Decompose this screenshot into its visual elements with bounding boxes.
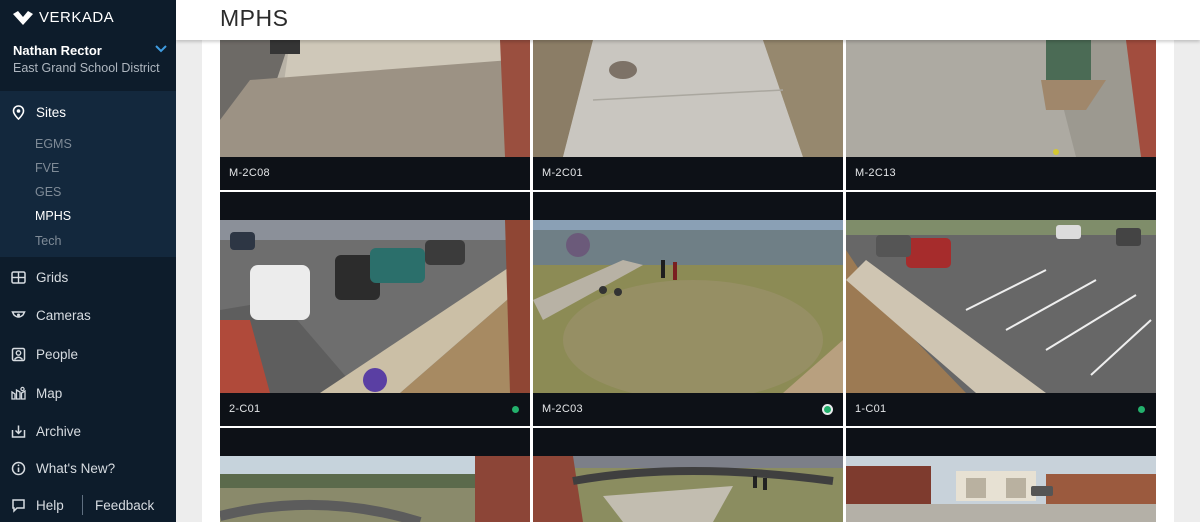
nav-whats-new[interactable]: What's New? bbox=[0, 451, 176, 485]
nav-map[interactable]: Map bbox=[0, 376, 176, 410]
camera-top-bar bbox=[220, 192, 530, 220]
camera-feed[interactable] bbox=[220, 220, 530, 393]
camera-grid: M-2C08 M-2C01 M-2C13 2-C01 M-2C03 1-C01 bbox=[220, 40, 1157, 522]
camera-name: M-2C03 bbox=[542, 403, 583, 415]
camera-tile[interactable]: M-2C03 bbox=[533, 192, 843, 426]
nav-people[interactable]: People bbox=[0, 337, 176, 371]
camera-name: 2-C01 bbox=[229, 403, 261, 415]
sites-panel: Sites EGMS FVE GES MPHS Tech bbox=[0, 91, 176, 257]
feedback-link[interactable]: Feedback bbox=[95, 498, 154, 513]
camera-tile[interactable] bbox=[846, 428, 1156, 522]
page-header: MPHS bbox=[176, 0, 1200, 40]
camera-label-bar: M-2C03 bbox=[533, 393, 843, 426]
online-status-icon bbox=[512, 406, 519, 413]
camera-top-bar bbox=[533, 192, 843, 220]
camera-name: M-2C08 bbox=[229, 167, 270, 179]
camera-tile[interactable]: M-2C01 bbox=[533, 40, 843, 190]
site-egms[interactable]: EGMS bbox=[35, 137, 72, 151]
camera-tile[interactable]: M-2C08 bbox=[220, 40, 530, 190]
camera-tile[interactable]: M-2C13 bbox=[846, 40, 1156, 190]
nav-map-label: Map bbox=[36, 385, 63, 401]
camera-top-bar bbox=[846, 428, 1156, 456]
camera-feed[interactable] bbox=[220, 40, 530, 157]
camera-label-bar: M-2C01 bbox=[533, 157, 843, 190]
camera-feed[interactable] bbox=[846, 456, 1156, 522]
camera-feed[interactable] bbox=[846, 220, 1156, 393]
online-selected-status-icon bbox=[822, 404, 833, 415]
user-switcher[interactable]: Nathan Rector East Grand School District bbox=[0, 38, 176, 91]
help-label: Help bbox=[36, 497, 64, 513]
nav-archive[interactable]: Archive bbox=[0, 414, 176, 448]
camera-label-bar: 1-C01 bbox=[846, 393, 1156, 426]
camera-feed[interactable] bbox=[533, 220, 843, 393]
camera-label-bar: M-2C08 bbox=[220, 157, 530, 190]
camera-name: M-2C13 bbox=[855, 167, 896, 179]
camera-tile[interactable]: 2-C01 bbox=[220, 192, 530, 426]
camera-feed[interactable] bbox=[533, 40, 843, 157]
chevron-down-icon[interactable] bbox=[155, 45, 167, 53]
user-org: East Grand School District bbox=[13, 61, 160, 75]
camera-label-bar: M-2C13 bbox=[846, 157, 1156, 190]
nav-grids-label: Grids bbox=[36, 269, 69, 285]
camera-tile[interactable] bbox=[220, 428, 530, 522]
camera-name: M-2C01 bbox=[542, 167, 583, 179]
camera-icon bbox=[11, 310, 26, 318]
nav-whats-new-label: What's New? bbox=[36, 460, 116, 476]
camera-top-bar bbox=[220, 428, 530, 456]
page-title: MPHS bbox=[220, 5, 289, 31]
camera-feed[interactable] bbox=[846, 40, 1156, 157]
user-name: Nathan Rector bbox=[13, 43, 102, 58]
site-tech[interactable]: Tech bbox=[35, 234, 61, 248]
camera-top-bar bbox=[533, 428, 843, 456]
nav-sites-label: Sites bbox=[36, 104, 67, 120]
nav-grids[interactable]: Grids bbox=[0, 260, 176, 294]
chat-icon bbox=[12, 498, 25, 513]
camera-feed[interactable] bbox=[533, 456, 843, 522]
map-icon bbox=[11, 386, 26, 400]
site-ges[interactable]: GES bbox=[35, 185, 61, 199]
grid-icon bbox=[11, 270, 26, 284]
nav-cameras[interactable]: Cameras bbox=[0, 298, 176, 332]
person-icon bbox=[11, 347, 26, 361]
nav-archive-label: Archive bbox=[36, 423, 82, 439]
info-icon bbox=[11, 461, 26, 475]
nav-sites[interactable]: Sites bbox=[0, 95, 176, 129]
camera-name: 1-C01 bbox=[855, 403, 887, 415]
camera-label-bar: 2-C01 bbox=[220, 393, 530, 426]
camera-feed[interactable] bbox=[220, 456, 530, 522]
brand-logo[interactable]: VERKADA bbox=[13, 9, 114, 26]
nav-people-label: People bbox=[36, 346, 79, 362]
site-mphs[interactable]: MPHS bbox=[35, 209, 71, 223]
help-button[interactable]: Help bbox=[0, 498, 82, 513]
camera-top-bar bbox=[846, 192, 1156, 220]
sidebar: VERKADA Nathan Rector East Grand School … bbox=[0, 0, 176, 522]
brand-name: VERKADA bbox=[39, 9, 115, 26]
camera-tile[interactable]: 1-C01 bbox=[846, 192, 1156, 426]
divider bbox=[82, 495, 83, 515]
location-pin-icon bbox=[12, 104, 25, 120]
site-fve[interactable]: FVE bbox=[35, 161, 59, 175]
camera-tile[interactable] bbox=[533, 428, 843, 522]
archive-icon bbox=[11, 425, 26, 438]
nav-cameras-label: Cameras bbox=[36, 307, 91, 323]
help-feedback-row: Help Feedback bbox=[0, 488, 176, 522]
verkada-logo-icon bbox=[13, 10, 33, 25]
online-status-icon bbox=[1138, 406, 1145, 413]
